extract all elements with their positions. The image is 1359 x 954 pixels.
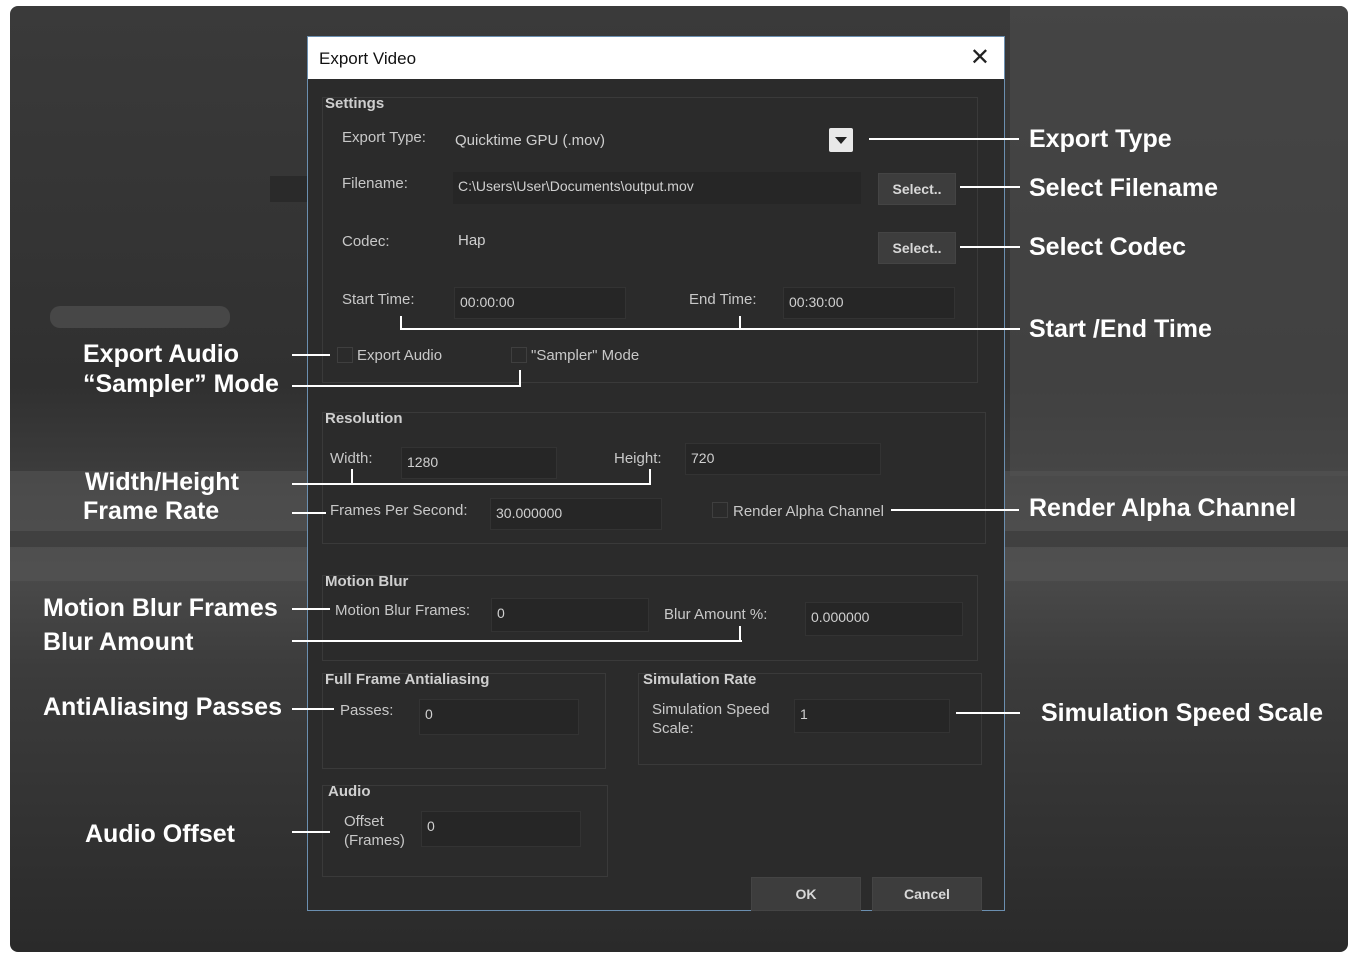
frame-rate-leader-line <box>292 512 326 514</box>
export-type-label: Export Type: <box>342 129 426 146</box>
motion-blur-heading: Motion Blur <box>325 573 409 590</box>
width-height-leader-line <box>292 483 651 485</box>
motion-blur-frames-input[interactable]: 0 <box>491 598 649 632</box>
offset-label-1: Offset <box>344 813 384 830</box>
blur-amount-input[interactable]: 0.000000 <box>805 602 963 636</box>
motion-blur-frames-leader-line <box>292 608 330 610</box>
offset-input[interactable]: 0 <box>421 811 581 847</box>
simulation-heading: Simulation Rate <box>643 671 757 688</box>
offset-label-2: (Frames) <box>344 832 405 849</box>
codec-value: Hap <box>458 232 486 249</box>
sim-speed-input[interactable]: 1 <box>794 699 950 733</box>
blur-amount-annotation: Blur Amount <box>43 628 194 656</box>
frame-rate-annotation: Frame Rate <box>83 497 220 525</box>
audio-heading: Audio <box>328 783 371 800</box>
export-audio-label: Export Audio <box>357 347 443 364</box>
select-codec-annotation: Select Codec <box>1029 233 1187 261</box>
export-type-leader-line <box>869 138 1019 140</box>
fps-label: Frames Per Second: <box>330 502 468 519</box>
width-input[interactable]: 1280 <box>401 447 557 479</box>
width-height-annotation: Width/Height <box>85 468 239 496</box>
sampler-mode-leader-tick <box>519 370 521 387</box>
close-icon[interactable]: ✕ <box>970 43 990 72</box>
dialog-title: Export Video <box>319 49 417 68</box>
export-type-dropdown[interactable]: Quicktime GPU (.mov) <box>455 132 605 149</box>
aa-passes-leader-line <box>292 708 334 710</box>
chevron-down-icon[interactable] <box>829 128 853 152</box>
antialiasing-heading: Full Frame Antialiasing <box>325 671 490 688</box>
title-bar: Export Video ✕ <box>308 37 1004 79</box>
settings-heading: Settings <box>325 95 385 112</box>
start-end-time-annotation: Start /End Time <box>1029 315 1212 343</box>
select-filename-leader-line <box>960 186 1020 188</box>
render-alpha-leader-line <box>891 509 1019 511</box>
sampler-mode-checkbox[interactable] <box>511 347 527 363</box>
start-end-time-leader-line <box>400 328 1020 330</box>
end-time-input[interactable]: 00:30:00 <box>783 287 955 319</box>
width-leader-tick <box>351 469 353 485</box>
export-type-annotation: Export Type <box>1029 125 1172 153</box>
blur-amount-leader-line <box>292 640 742 642</box>
height-label: Height: <box>614 450 662 467</box>
filename-select-button[interactable]: Select.. <box>878 173 956 205</box>
sim-speed-label-2: Scale: <box>652 720 694 737</box>
height-leader-tick <box>649 469 651 485</box>
audio-offset-annotation: Audio Offset <box>85 820 235 848</box>
select-filename-annotation: Select Filename <box>1029 174 1218 202</box>
end-time-label: End Time: <box>689 291 757 308</box>
passes-label: Passes: <box>340 702 394 719</box>
motion-blur-frames-label: Motion Blur Frames: <box>335 602 471 619</box>
select-codec-leader-line <box>960 246 1020 248</box>
aa-passes-annotation: AntiAliasing Passes <box>43 693 282 721</box>
start-time-input[interactable]: 00:00:00 <box>454 287 626 319</box>
filename-input[interactable]: C:\Users\User\Documents\output.mov <box>452 171 862 205</box>
filename-label: Filename: <box>342 175 408 192</box>
sim-speed-annotation: Simulation Speed Scale <box>1041 699 1324 727</box>
blur-amount-label: Blur Amount %: <box>664 606 768 623</box>
height-input[interactable]: 720 <box>685 443 881 475</box>
sim-speed-label-1: Simulation Speed <box>652 701 770 718</box>
render-alpha-checkbox[interactable] <box>712 502 728 518</box>
sim-speed-leader-line <box>956 712 1020 714</box>
blur-amount-leader-tick <box>739 626 741 642</box>
codec-select-button[interactable]: Select.. <box>878 232 956 264</box>
export-audio-annotation: Export Audio <box>83 340 240 368</box>
sampler-mode-annotation: “Sampler” Mode <box>83 370 279 398</box>
motion-blur-frames-annotation: Motion Blur Frames <box>43 594 278 622</box>
export-audio-leader-line <box>292 354 330 356</box>
width-label: Width: <box>330 450 373 467</box>
render-alpha-label: Render Alpha Channel <box>733 503 884 520</box>
export-video-dialog: Export Video ✕ Settings Export Type: Qui… <box>307 36 1005 911</box>
passes-input[interactable]: 0 <box>419 699 579 735</box>
render-alpha-annotation: Render Alpha Channel <box>1029 494 1297 522</box>
resolution-heading: Resolution <box>325 410 403 427</box>
start-time-label: Start Time: <box>342 291 415 308</box>
sampler-mode-label: "Sampler" Mode <box>531 347 640 364</box>
fps-input[interactable]: 30.000000 <box>490 498 662 530</box>
export-audio-checkbox[interactable] <box>337 347 353 363</box>
codec-label: Codec: <box>342 233 390 250</box>
audio-offset-leader-line <box>292 831 330 833</box>
cancel-button[interactable]: Cancel <box>872 877 982 911</box>
sampler-mode-leader-line <box>292 385 521 387</box>
ok-button[interactable]: OK <box>751 877 861 911</box>
